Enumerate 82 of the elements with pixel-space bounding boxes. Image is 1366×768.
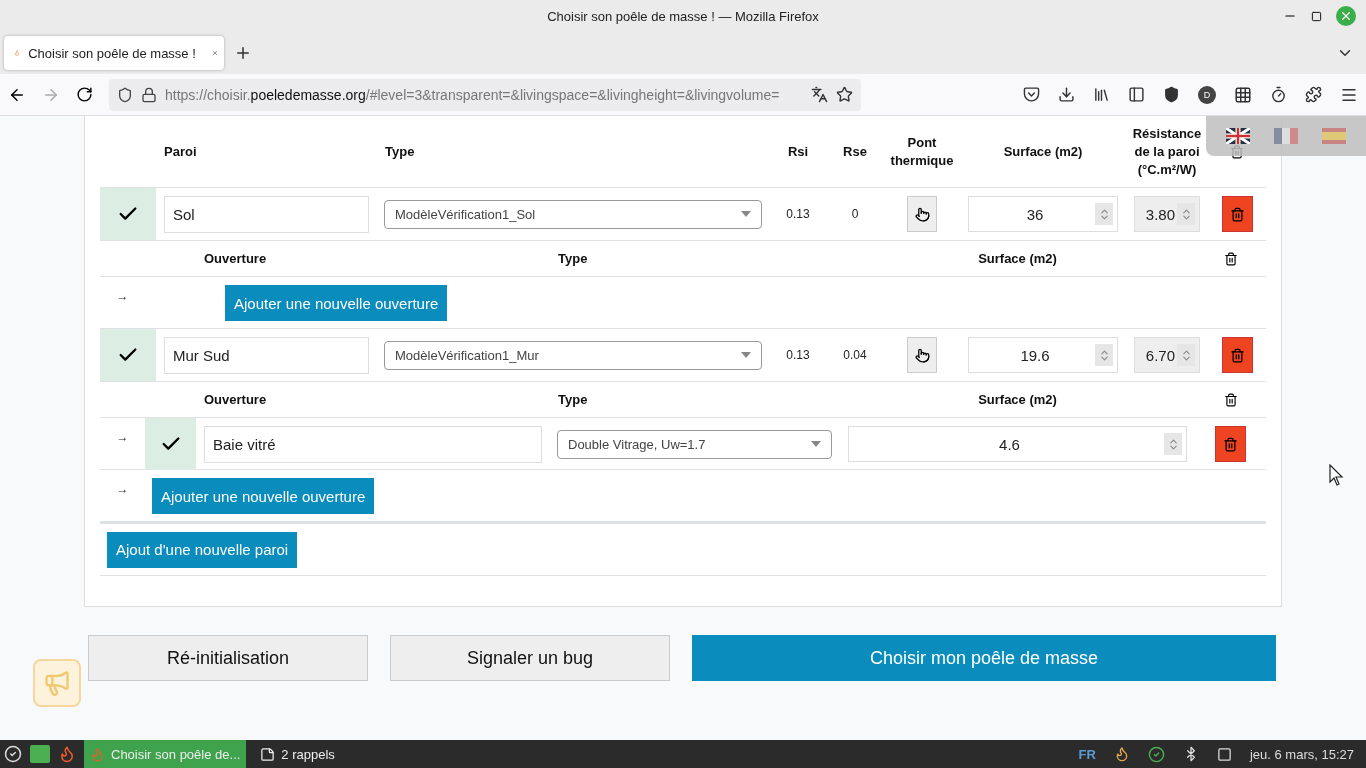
download-icon[interactable]	[1058, 86, 1075, 103]
new-tab-icon[interactable]	[234, 44, 252, 62]
trash-icon[interactable]	[1223, 392, 1238, 407]
library-icon[interactable]	[1093, 86, 1110, 103]
browser-tab[interactable]: Choisir son poêle de masse !	[4, 36, 224, 70]
arrow-text: →	[116, 289, 129, 303]
action-button[interactable]: Choisir mon poêle de masse	[692, 635, 1276, 681]
rse-value: 0.04	[842, 348, 868, 362]
arrow-text: →	[116, 482, 129, 496]
resistance-field: 3.80	[1134, 196, 1200, 232]
column-header: Résistance de la paroi (°C.m²/W)	[1131, 124, 1203, 179]
name-field[interactable]: Mur Sud	[164, 336, 369, 374]
tray-icon[interactable]	[1216, 746, 1232, 762]
column-header: Surface (m2)	[977, 390, 1058, 409]
hand-icon	[914, 206, 930, 222]
extensions-icon[interactable]	[1305, 86, 1322, 103]
maximize-icon[interactable]	[1311, 10, 1322, 22]
flame-icon	[90, 746, 105, 762]
address-bar[interactable]: https://choisir.poeledemasse.org/#level=3&transparent=&livingspace=&livingheight=&livingvolume=	[109, 78, 861, 111]
type-select[interactable]: ModèleVérification1_Sol	[384, 199, 762, 229]
column-header: Ouverture	[203, 390, 268, 409]
action-button[interactable]: Signaler un bug	[390, 635, 670, 681]
flag-icon[interactable]	[1226, 128, 1250, 144]
trash-icon	[1229, 206, 1245, 222]
column-header: Surface (m2)	[1002, 142, 1084, 161]
surface-field[interactable]: 36	[968, 196, 1118, 232]
timer-icon[interactable]	[1270, 86, 1287, 103]
trash-icon[interactable]	[1223, 251, 1238, 266]
browser-icon[interactable]	[58, 745, 76, 763]
translate-icon[interactable]	[811, 86, 828, 103]
add-wall-button[interactable]: Ajout d'une nouvelle paroi	[107, 531, 298, 568]
column-header: Paroi	[163, 142, 198, 161]
add-opening-button[interactable]: Ajouter une nouvelle ouverture	[152, 478, 375, 514]
name-field[interactable]: Sol	[164, 195, 369, 233]
lock-icon[interactable]	[141, 86, 157, 103]
column-header: Type	[384, 142, 416, 161]
hand-icon	[914, 347, 930, 363]
keyboard-language[interactable]: FR	[1078, 746, 1096, 762]
trash-icon	[1229, 347, 1245, 363]
check-icon[interactable]	[1147, 745, 1165, 763]
column-header: Rse	[842, 142, 868, 161]
delete-button[interactable]	[1221, 196, 1253, 232]
rsi-value: 0.13	[785, 207, 811, 221]
column-header: Rsi	[786, 142, 810, 161]
taskbar-window[interactable]: 2 rappels	[254, 740, 341, 768]
trash-icon	[1223, 436, 1238, 452]
column-header: Ouverture	[203, 249, 268, 268]
close-icon[interactable]	[1336, 6, 1356, 26]
reload-icon[interactable]	[76, 86, 93, 103]
pocket-icon[interactable]	[1023, 86, 1040, 103]
shield-icon[interactable]	[1163, 86, 1180, 103]
note-icon	[260, 746, 276, 762]
action-button[interactable]: Ré-initialisation	[88, 635, 368, 681]
name-field[interactable]: Baie vitré	[204, 425, 542, 463]
check-cell[interactable]	[100, 188, 156, 240]
sidebar-icon[interactable]	[1128, 86, 1145, 103]
grid-icon[interactable]	[1234, 85, 1252, 104]
surface-field[interactable]: 19.6	[968, 337, 1118, 373]
thermal-bridge-button[interactable]	[907, 196, 937, 232]
column-header: Surface (m2)	[977, 249, 1058, 268]
star-icon[interactable]	[836, 86, 853, 103]
type-select[interactable]: Double Vitrage, Uw=1.7	[557, 429, 832, 459]
resistance-field: 6.70	[1134, 337, 1200, 373]
check-cell[interactable]	[145, 418, 196, 470]
column-header: Type	[557, 249, 589, 268]
column-header: Type	[557, 390, 589, 409]
arrow-text: →	[115, 429, 130, 444]
rse-value: 0	[850, 207, 860, 221]
thermal-bridge-button[interactable]	[907, 337, 937, 373]
shield-icon[interactable]	[117, 86, 133, 103]
type-select[interactable]: ModèleVérification1_Mur	[384, 340, 762, 370]
check-cell[interactable]	[100, 329, 156, 381]
clock[interactable]: jeu. 6 mars, 15:27	[1249, 746, 1354, 762]
column-header: Pont thermique	[889, 133, 955, 170]
rsi-value: 0.13	[785, 348, 811, 362]
surface-field[interactable]: 4.6	[848, 426, 1187, 462]
cursor-icon	[1329, 464, 1345, 486]
window-title: Choisir son poêle de masse ! — Mozilla Firefox	[547, 8, 819, 24]
avatar-icon[interactable]: D	[1198, 85, 1216, 104]
add-opening-button[interactable]: Ajouter une nouvelle ouverture	[225, 285, 448, 321]
megaphone-icon	[43, 669, 71, 697]
delete-button[interactable]	[1221, 337, 1253, 373]
